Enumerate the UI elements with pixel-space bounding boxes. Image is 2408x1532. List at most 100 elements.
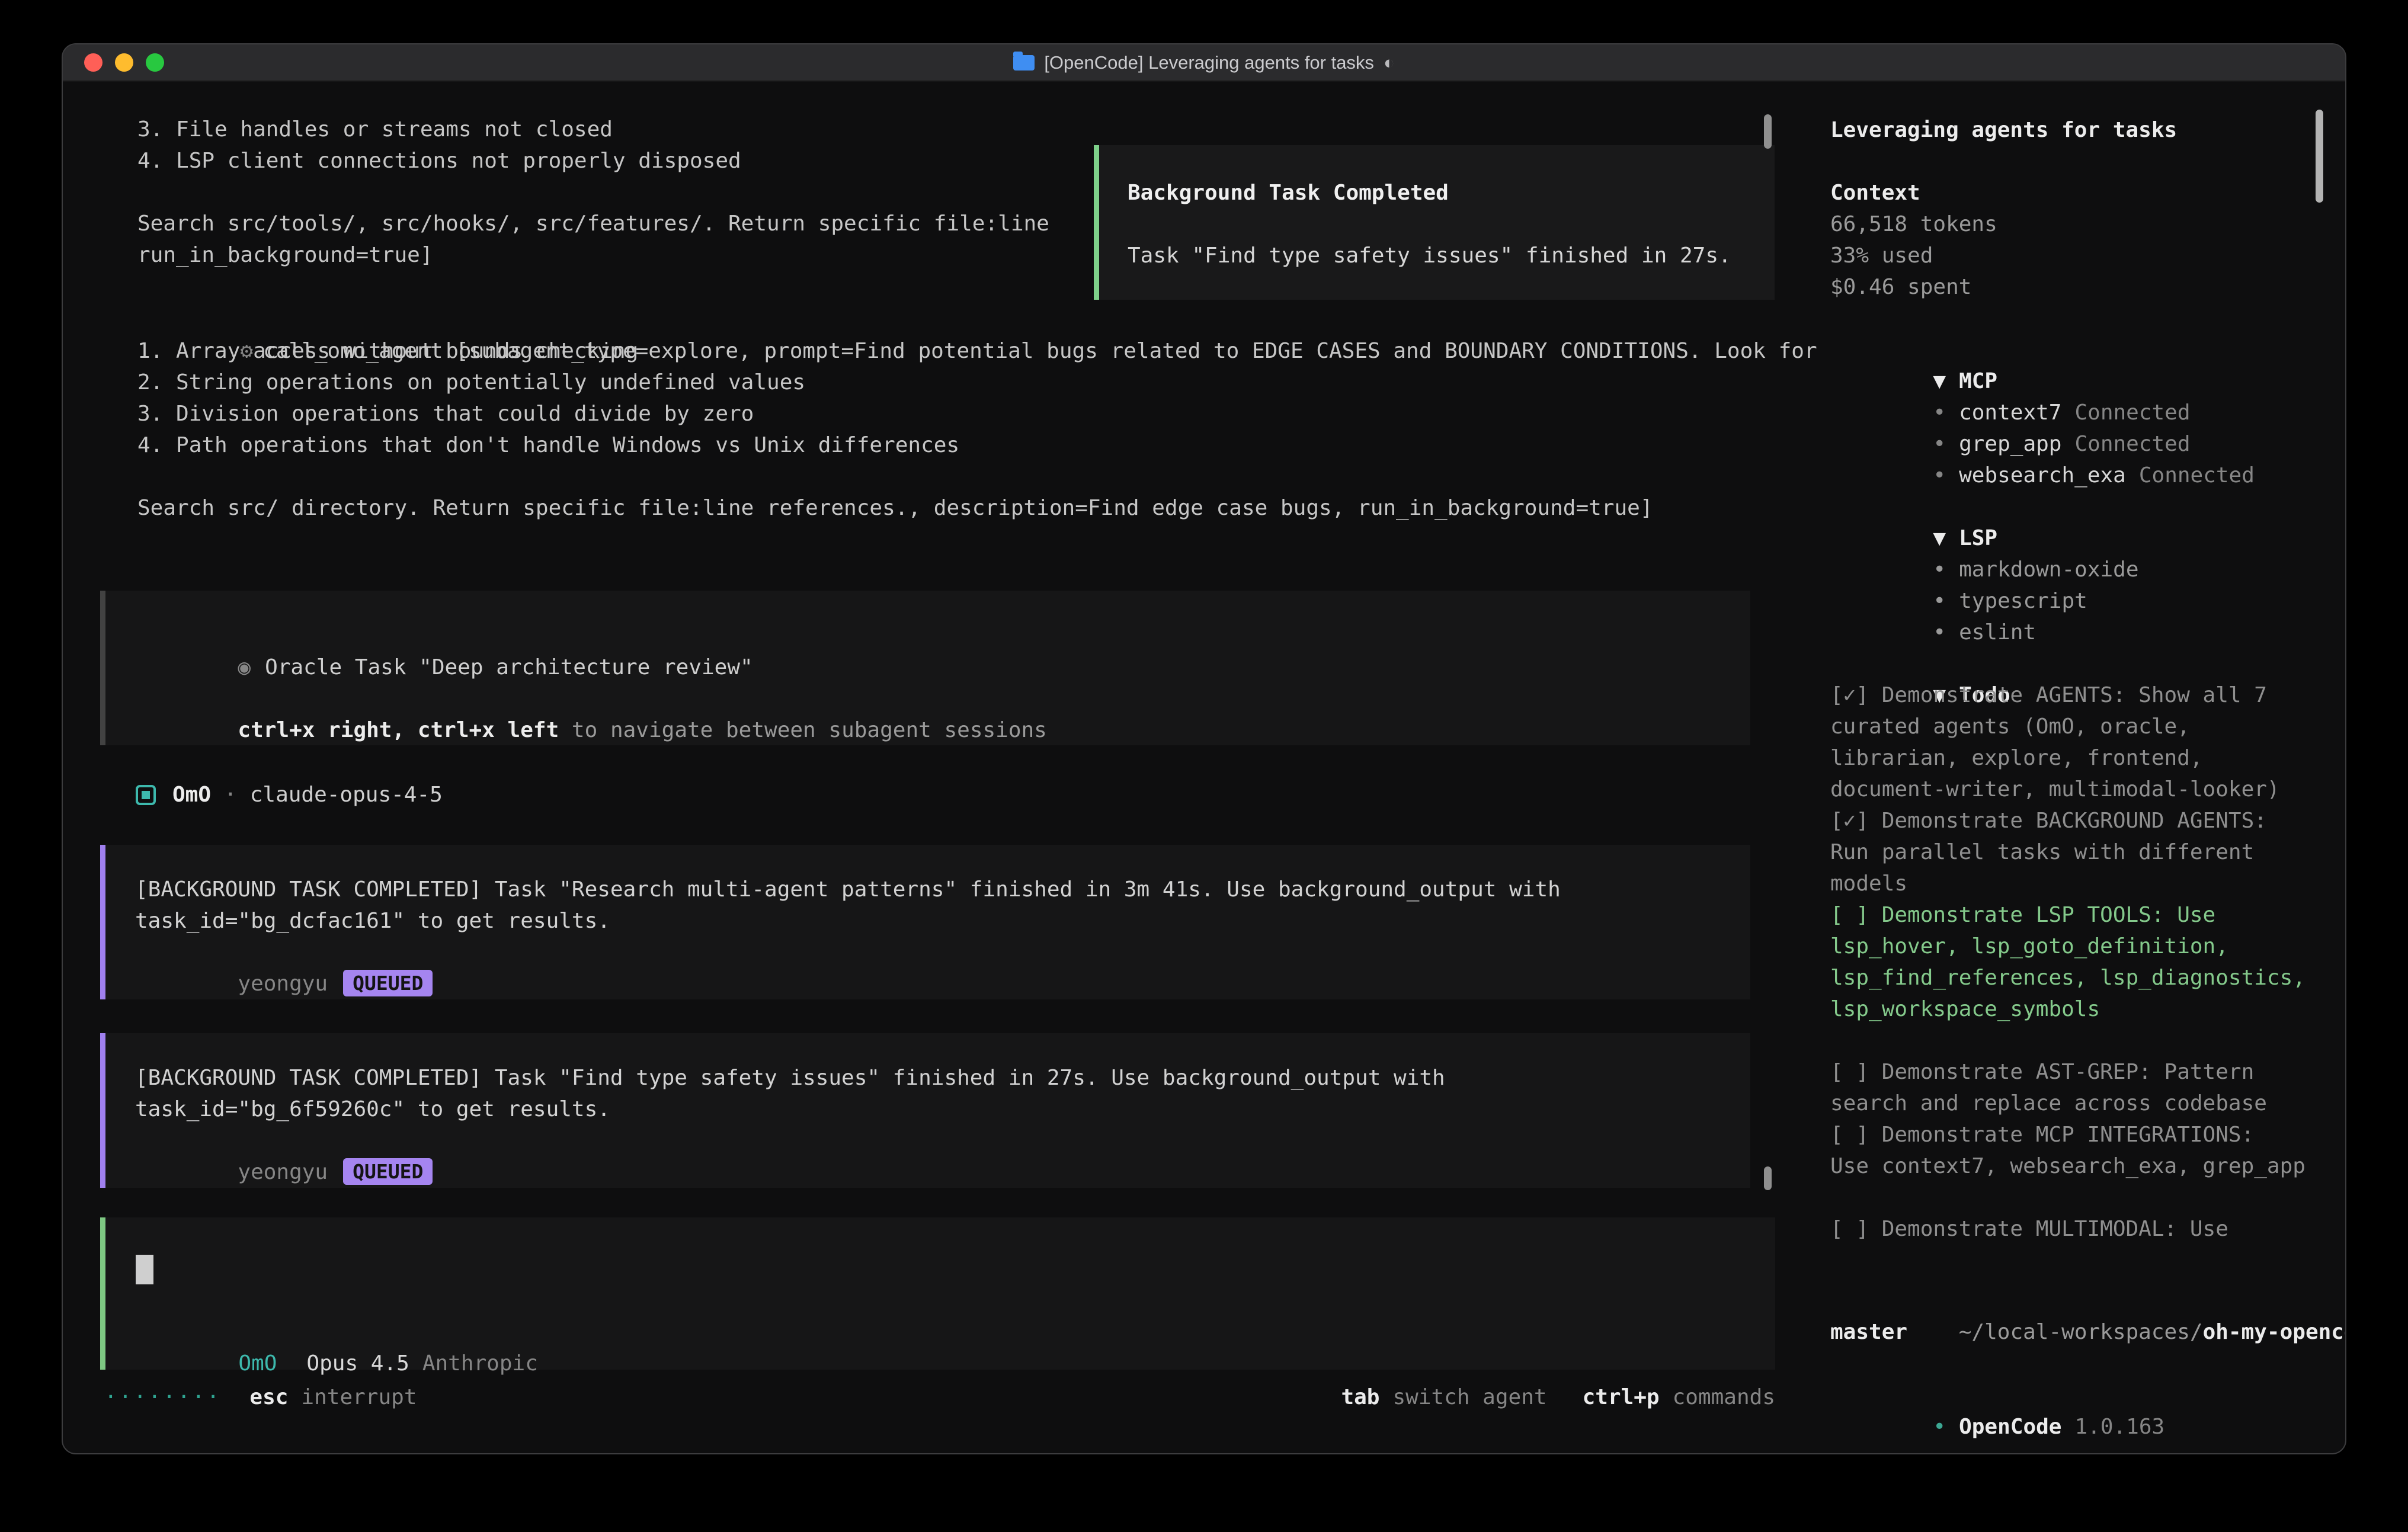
queued-badge: QUEUED — [343, 970, 433, 996]
folder-icon — [1013, 55, 1035, 70]
mcp-header: MCP — [1959, 369, 1997, 393]
mcp-server-name: websearch_exa — [1959, 463, 2126, 488]
status-right-group: tab switch agent ctrl+p commands — [1341, 1385, 1775, 1409]
context-spent: $0.46 spent — [1830, 271, 2345, 303]
tab-key-hint: tab — [1341, 1385, 1379, 1409]
oracle-task-panel: ◉Oracle Task "Deep architecture review" … — [100, 591, 1750, 745]
input-provider-name: Anthropic — [422, 1351, 538, 1376]
spacer-line — [1128, 209, 1775, 240]
task-message-line: task_id="bg_6f59260c" to get results. — [135, 1094, 1750, 1125]
context-header: Context — [1830, 177, 2345, 209]
esc-key-hint: esc — [249, 1385, 288, 1409]
opencode-version-line: •OpenCode1.0.163 — [1830, 1380, 2164, 1411]
lsp-server-name: eslint — [1959, 620, 2036, 645]
background-task-panel: [BACKGROUND TASK COMPLETED] Task "Find t… — [100, 1033, 1750, 1188]
app-name: OpenCode — [1959, 1415, 2061, 1439]
agent-header: OmO · claude-opus-4-5 — [136, 779, 443, 810]
context-used: 33% used — [1830, 240, 2345, 271]
context-tokens: 66,518 tokens — [1830, 209, 2345, 240]
ctrlp-key-hint: ctrl+p — [1583, 1385, 1660, 1409]
tab-hint-label: switch agent — [1392, 1385, 1546, 1409]
shortcut-description: to navigate between subagent sessions — [559, 718, 1047, 742]
input-line[interactable] — [136, 1255, 1775, 1284]
output-line — [137, 177, 1049, 208]
mcp-server-name: context7 — [1959, 400, 2061, 425]
output-line: Search src/tools/, src/hooks/, src/featu… — [137, 208, 1049, 239]
output-line: 3. File handles or streams not closed — [137, 114, 1049, 145]
esc-hint-label: interrupt — [301, 1385, 417, 1409]
oracle-task-title: Oracle Task "Deep architecture review" — [265, 655, 753, 680]
shortcut-keys: ctrl+x right, ctrl+x left — [238, 718, 559, 742]
titlebar: [OpenCode] Leveraging agents for tasks ◐ — [63, 44, 2345, 82]
sidebar: Leveraging agents for tasks Context 66,5… — [1807, 82, 2345, 1453]
window-title: [OpenCode] Leveraging agents for tasks — [1044, 52, 1374, 73]
traffic-lights — [84, 44, 164, 81]
spacer-line — [136, 1284, 1775, 1316]
terminal-content: 3. File handles or streams not closed 4.… — [63, 82, 2345, 1453]
zoom-button[interactable] — [146, 53, 164, 72]
task-message-line: [BACKGROUND TASK COMPLETED] Task "Resear… — [135, 874, 1750, 905]
tool-call-tail: Search src/ directory. Return specific f… — [137, 492, 1817, 524]
terminal-output: 3. File handles or streams not closed 4.… — [137, 114, 1049, 271]
agent-model: claude-opus-4-5 — [250, 783, 443, 807]
bullet-icon: • — [1933, 432, 1946, 456]
status-bar: ········ esc interrupt tab switch agent … — [104, 1382, 1775, 1413]
tool-call-block: ⚙call_omo_agent [subagent_type=explore, … — [137, 304, 1817, 524]
todo-item: [✓] Demonstrate AGENTS: Show all 7 curat… — [1830, 680, 2345, 805]
tool-call-item: 4. Path operations that don't handle Win… — [137, 430, 1817, 461]
model-line: OmOOpus 4.5Anthropic — [136, 1316, 1775, 1348]
minimize-button[interactable] — [115, 53, 133, 72]
workspace-path: ~/local-workspaces/oh-my-opencode: maste… — [1830, 1285, 2346, 1348]
collapse-triangle-icon: ▼ — [1933, 369, 1946, 393]
todo-item: [ ] Demonstrate LSP TOOLS: Use lsp_hover… — [1830, 899, 2345, 1025]
ctrlp-hint-label: commands — [1673, 1385, 1775, 1409]
todo-item: [ ] Demonstrate MULTIMODAL: Use — [1830, 1213, 2345, 1245]
agent-square-icon — [136, 785, 156, 805]
text-cursor — [136, 1255, 153, 1284]
output-line: run_in_background=true] — [137, 239, 1049, 271]
task-author: yeongyu — [238, 972, 328, 996]
window-title-group: [OpenCode] Leveraging agents for tasks ◐ — [1013, 52, 1394, 73]
half-circle-icon: ◐ — [1384, 52, 1395, 73]
input-model-name: Opus 4.5 — [306, 1351, 409, 1376]
mcp-status: Connected — [2139, 463, 2255, 488]
secondary-scrollbar-thumb[interactable] — [1764, 1166, 1772, 1190]
terminal-window: [OpenCode] Leveraging agents for tasks ◐… — [62, 43, 2346, 1454]
fisheye-icon: ◉ — [238, 655, 251, 680]
workspace-repo: oh-my-opencode: — [2203, 1320, 2346, 1344]
session-title: Leveraging agents for tasks — [1830, 114, 2345, 146]
queued-badge: QUEUED — [343, 1158, 433, 1185]
lsp-server-name: markdown-oxide — [1959, 557, 2138, 582]
task-message-line: [BACKGROUND TASK COMPLETED] Task "Find t… — [135, 1062, 1750, 1094]
bullet-icon: • — [1933, 400, 1946, 425]
separator-dot: · — [224, 783, 237, 807]
mcp-status: Connected — [2074, 432, 2190, 456]
main-scrollbar-thumb[interactable] — [1764, 114, 1772, 149]
mcp-status: Connected — [2074, 400, 2190, 425]
lsp-server-name: typescript — [1959, 589, 2087, 613]
spacer-line — [137, 461, 1817, 492]
workspace-prefix: ~/local-workspaces/ — [1959, 1320, 2203, 1344]
collapse-triangle-icon: ▼ — [1933, 526, 1946, 550]
notification-toast: Background Task Completed Task "Find typ… — [1094, 145, 1775, 300]
todo-item: [✓] Demonstrate BACKGROUND AGENTS: Run p… — [1830, 805, 2345, 899]
todo-item: [ ] Demonstrate MCP INTEGRATIONS: Use co… — [1830, 1119, 2345, 1182]
todo-item: [ ] Demonstrate AST-GREP: Pattern search… — [1830, 1056, 2345, 1119]
progress-dots: ········ — [104, 1385, 221, 1409]
sidebar-scrollbar-thumb[interactable] — [2316, 110, 2323, 203]
agent-name: OmO — [172, 783, 211, 807]
prompt-input[interactable]: OmOOpus 4.5Anthropic — [100, 1217, 1775, 1370]
bullet-icon: • — [1933, 557, 1946, 582]
bullet-icon: • — [1933, 463, 1946, 488]
lsp-header: LSP — [1959, 526, 1997, 550]
task-message-line: task_id="bg_dcfac161" to get results. — [135, 905, 1750, 937]
mcp-server-name: grep_app — [1959, 432, 2061, 456]
tool-call-item: 3. Division operations that could divide… — [137, 398, 1817, 430]
bullet-icon: • — [1933, 1415, 1946, 1439]
bullet-icon: • — [1933, 620, 1946, 645]
input-agent-name: OmO — [238, 1351, 277, 1376]
notification-title: Background Task Completed — [1128, 177, 1775, 209]
background-task-panel: [BACKGROUND TASK COMPLETED] Task "Resear… — [100, 845, 1750, 999]
close-button[interactable] — [84, 53, 103, 72]
notification-body: Task "Find type safety issues" finished … — [1128, 240, 1775, 271]
